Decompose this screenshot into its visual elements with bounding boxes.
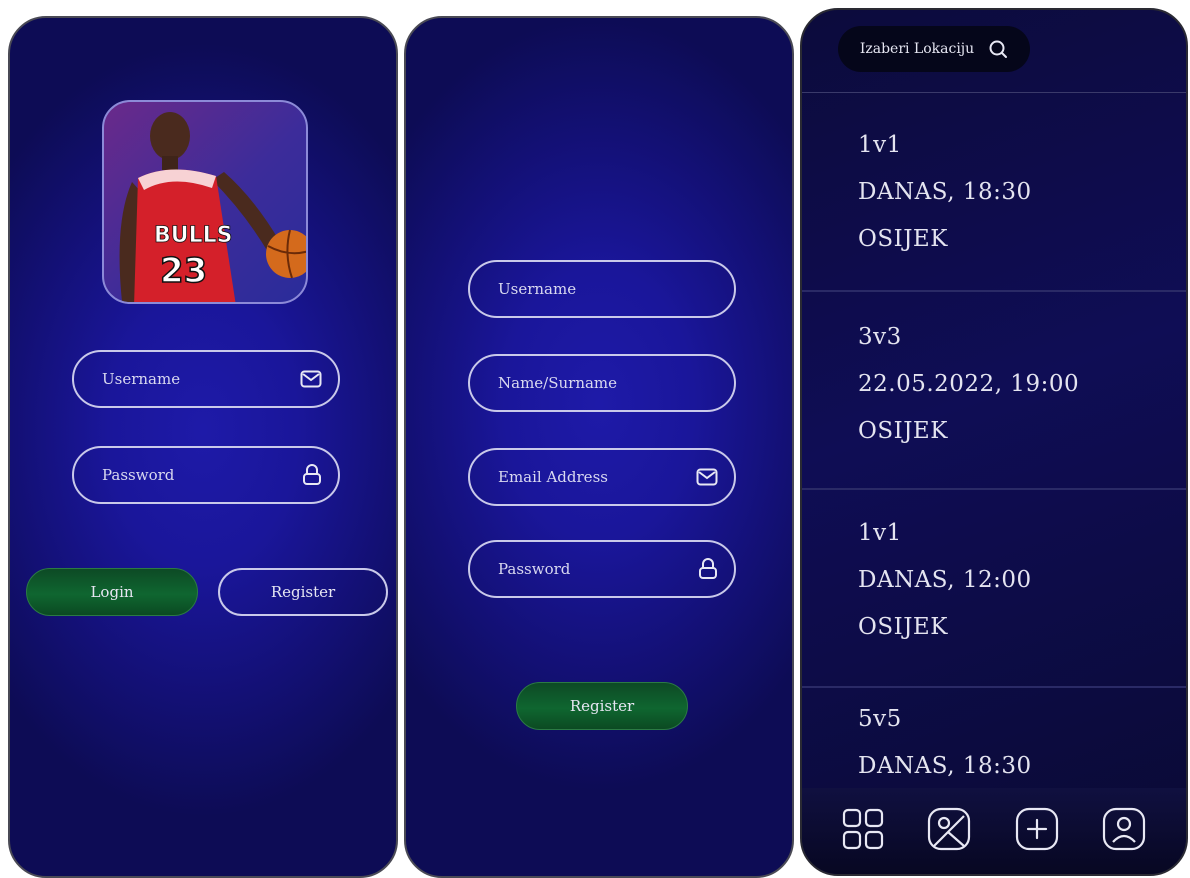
event-time: DANAS, 18:30 [858,753,1032,779]
events-screen: Izaberi Lokaciju 1v1 DANAS, 18:30 OSIJEK… [800,8,1188,876]
search-icon[interactable] [988,39,1008,59]
event-card[interactable]: 5v5 DANAS, 18:30 [802,696,1186,796]
events-header: Izaberi Lokaciju [802,10,1186,93]
profile-icon[interactable] [1101,806,1147,856]
event-type: 1v1 [858,132,902,158]
event-time: DANAS, 18:30 [858,179,1032,205]
event-type: 1v1 [858,520,902,546]
email-input[interactable]: Email Address [468,448,736,506]
event-card[interactable]: 3v3 22.05.2022, 19:00 OSIJEK [802,314,1186,490]
email-placeholder: Email Address [498,468,608,486]
register-password-placeholder: Password [498,560,571,578]
jersey-team-text: BULLS [154,223,233,248]
lock-icon [698,558,718,580]
password-input[interactable]: Password [72,446,340,504]
register-screen: Username Name/Surname Email Address Pass… [404,16,794,878]
event-city: OSIJEK [858,226,948,252]
location-selector[interactable]: Izaberi Lokaciju [838,26,1030,72]
event-city: OSIJEK [858,418,948,444]
register-username-placeholder: Username [498,280,577,298]
register-submit-button[interactable]: Register [516,682,688,730]
login-screen: BULLS 23 Username Password Login Registe… [8,16,398,878]
event-type: 3v3 [858,324,902,350]
name-surname-placeholder: Name/Surname [498,374,618,392]
register-password-input[interactable]: Password [468,540,736,598]
add-icon[interactable] [1014,806,1060,856]
register-link-button[interactable]: Register [218,568,388,616]
mail-icon [696,468,718,486]
event-card[interactable]: 1v1 DANAS, 12:00 OSIJEK [802,510,1186,688]
player-photo: BULLS 23 [102,100,308,304]
register-username-input[interactable]: Username [468,260,736,318]
grid-icon[interactable] [841,807,885,855]
event-card[interactable]: 1v1 DANAS, 18:30 OSIJEK [802,122,1186,292]
event-time: DANAS, 12:00 [858,567,1032,593]
map-icon[interactable] [926,806,972,856]
login-button[interactable]: Login [26,568,198,616]
lock-icon [302,464,322,486]
event-type: 5v5 [858,706,902,732]
username-placeholder: Username [102,370,181,388]
event-city: OSIJEK [858,614,948,640]
mail-icon [300,370,322,388]
password-placeholder: Password [102,466,175,484]
bottom-nav [802,788,1186,874]
event-time: 22.05.2022, 19:00 [858,371,1080,397]
name-surname-input[interactable]: Name/Surname [468,354,736,412]
location-label: Izaberi Lokaciju [859,41,975,57]
jersey-number-text: 23 [160,251,207,291]
username-input[interactable]: Username [72,350,340,408]
